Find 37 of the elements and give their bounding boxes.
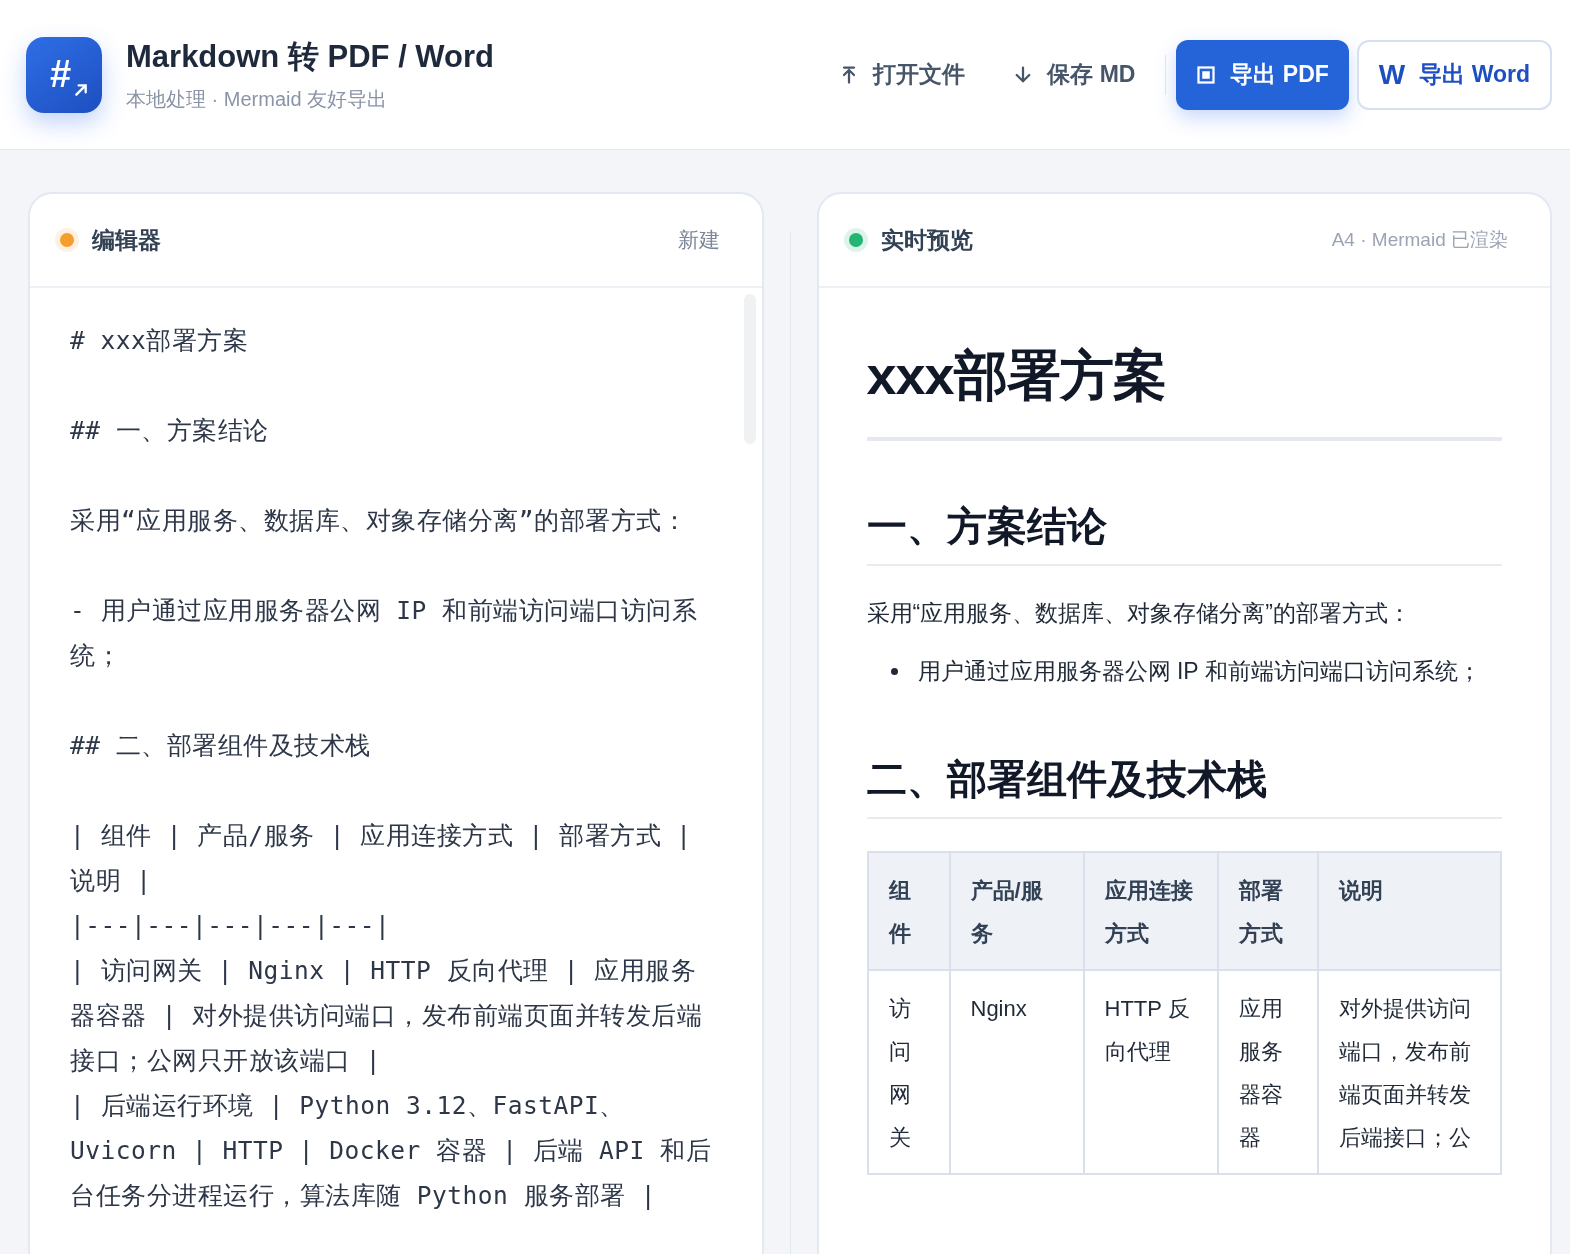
table-cell: Nginx	[949, 970, 1084, 1174]
bullet-icon	[890, 668, 898, 675]
table-cell: 应用服务器容器	[1217, 970, 1318, 1174]
table-cell: 访问网关	[867, 970, 950, 1174]
panel-title: 编辑器	[92, 225, 161, 255]
render-status: A4 · Mermaid 已渲染	[1331, 228, 1508, 252]
list-item: 用户通过应用服务器公网 IP 和前端访问端口访问系统；	[917, 657, 1481, 686]
open-file-button[interactable]: 打开文件	[819, 39, 986, 110]
section-heading: 一、方案结论	[866, 499, 1502, 566]
code-line: 采用“应用服务、数据库、对象存储分离”的部署方式：	[70, 505, 688, 537]
document-icon	[1196, 64, 1217, 85]
app-title: Markdown 转 PDF / Word	[126, 38, 494, 76]
column-header: 部署方式	[1217, 852, 1318, 970]
code-line: ## 一、方案结论	[70, 415, 270, 447]
table-cell: 对外提供访问端口，发布前端页面并转发后端接口；公	[1317, 970, 1501, 1174]
document-heading: xxx部署方案	[866, 332, 1502, 441]
code-line: - 用户通过应用服务器公网 IP 和前端访问端口访问系统；	[70, 595, 698, 672]
column-header: 说明	[1317, 852, 1501, 970]
section-heading: 二、部署组件及技术栈	[866, 752, 1502, 819]
column-header: 产品/服务	[949, 852, 1084, 970]
code-line: |---|---|---|---|---|	[70, 910, 392, 942]
code-line: # xxx部署方案	[70, 325, 250, 357]
code-line: | 访问网关 | Nginx | HTTP 反向代理 | 应用服务器容器 | 对外提供访问端口，发布前端页面并转发后端接口；公网只开放该端口 |	[70, 955, 704, 1077]
table-cell: HTTP 反向代理	[1083, 970, 1218, 1174]
save-button[interactable]: 保存 MD	[993, 39, 1156, 110]
code-line: ## 二、部署组件及技术栈	[70, 730, 372, 762]
app-logo: #	[26, 36, 102, 113]
export-word-button[interactable]: W 导出 Word	[1356, 39, 1552, 110]
code-line: | 后端运行环境 | Python 3.12、FastAPI、Uvicorn | HTTP | Docker 容器 | 后端 API 和后台任务分进程运行，算法库随 Python 服务部署 |	[70, 1090, 712, 1212]
column-header: 组件	[867, 852, 950, 970]
app-subtitle: 本地处理 · Mermaid 友好导出	[126, 87, 389, 112]
panel-title: 实时预览	[880, 225, 973, 255]
paragraph: 采用“应用服务、数据库、对象存储分离”的部署方式：	[866, 599, 1412, 628]
column-header: 应用连接方式	[1083, 852, 1218, 970]
new-button[interactable]: 新建	[677, 226, 720, 254]
code-line: | 组件 | 产品/服务 | 应用连接方式 | 部署方式 | 说明 |	[70, 820, 693, 897]
export-pdf-button[interactable]: 导出 PDF	[1176, 39, 1349, 110]
